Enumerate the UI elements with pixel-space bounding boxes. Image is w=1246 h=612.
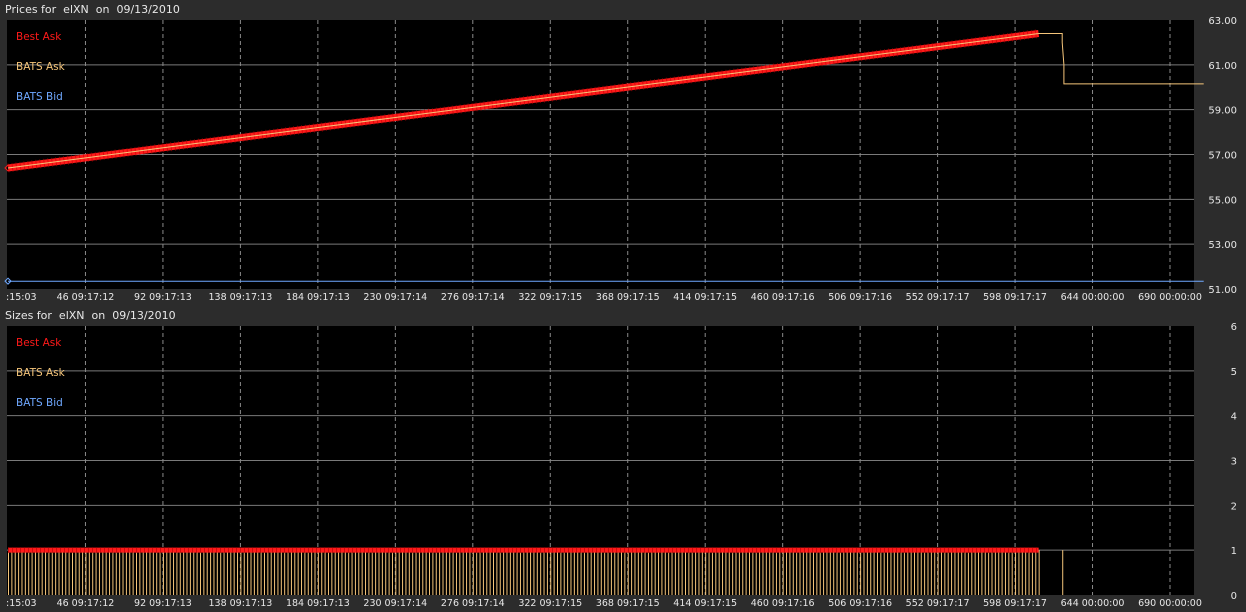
x-tick-label: 230 09:17:14 [363,292,427,303]
legend-item: BATS Bid [16,91,63,103]
y-tick-label: 4 [1231,412,1237,423]
y-tick-label: 57.00 [1208,151,1237,162]
x-tick-label: :15:03 [6,292,37,303]
y-tick-label: 1 [1231,546,1237,557]
prices-panel: Prices for elXN on 09/13/2010 51.00 53.00… [0,0,1246,306]
x-tick-label: 690 00:00:00 [1138,292,1202,303]
x-tick-label: 92 09:17:13 [134,292,192,303]
x-tick-label: 690 00:00:00 [1138,598,1202,609]
y-tick-label: 55.00 [1208,195,1237,206]
x-tick-label: 184 09:17:13 [286,292,350,303]
y-tick-label: 63.00 [1208,16,1237,27]
x-tick-label: 552 09:17:17 [906,598,970,609]
x-tick-label: 184 09:17:13 [286,598,350,609]
legend-item: BATS Ask [16,61,66,73]
y-tick-label: 59.00 [1208,106,1237,117]
x-tick-label: 644 00:00:00 [1061,598,1125,609]
x-tick-label: 138 09:17:13 [208,292,272,303]
x-tick-label: 598 09:17:17 [983,292,1047,303]
x-tick-label: 598 09:17:17 [983,598,1047,609]
y-tick-label: 3 [1231,457,1237,468]
x-tick-label: 46 09:17:12 [57,292,115,303]
x-tick-label: 414 09:17:15 [673,598,737,609]
y-tick-label: 51.00 [1208,285,1237,296]
x-tick-label: 230 09:17:14 [363,598,427,609]
x-tick-label: 92 09:17:13 [134,598,192,609]
y-tick-label: 61.00 [1208,61,1237,72]
sizes-chart[interactable]: 0 1 2 3 4 5 6 :15:03 46 09:17:12 92 09:17:13 138 0… [0,306,1246,612]
x-tick-label: 276 09:17:14 [441,598,505,609]
prices-chart[interactable]: 51.00 53.00 55.00 57.00 59.00 61.00 63.00 :15:0… [0,0,1246,306]
x-tick-label: 506 09:17:16 [828,598,892,609]
x-tick-label: 368 09:17:15 [596,292,660,303]
legend-item: Best Ask [16,337,62,349]
y-tick-label: 2 [1231,501,1237,512]
x-tick-label: 322 09:17:15 [518,598,582,609]
x-tick-label: 506 09:17:16 [828,292,892,303]
x-tick-label: 138 09:17:13 [208,598,272,609]
x-tick-label: 460 09:17:16 [751,598,815,609]
x-tick-label: 46 09:17:12 [57,598,115,609]
legend-item: BATS Bid [16,397,63,409]
y-tick-label: 53.00 [1208,240,1237,251]
x-tick-label: 276 09:17:14 [441,292,505,303]
y-tick-label: 0 [1231,591,1237,602]
x-tick-label: 368 09:17:15 [596,598,660,609]
x-tick-label: 460 09:17:16 [751,292,815,303]
legend-item: Best Ask [16,31,62,43]
x-tick-label: 414 09:17:15 [673,292,737,303]
sizes-panel: Sizes for elXN on 09/13/2010 0 1 2 3 4 5 6:15:… [0,306,1246,612]
y-tick-label: 5 [1231,367,1237,378]
x-tick-label: :15:03 [6,598,37,609]
x-tick-label: 322 09:17:15 [518,292,582,303]
legend-item: BATS Ask [16,367,66,379]
y-tick-label: 6 [1231,322,1237,333]
x-tick-label: 644 00:00:00 [1061,292,1125,303]
x-tick-label: 552 09:17:17 [906,292,970,303]
